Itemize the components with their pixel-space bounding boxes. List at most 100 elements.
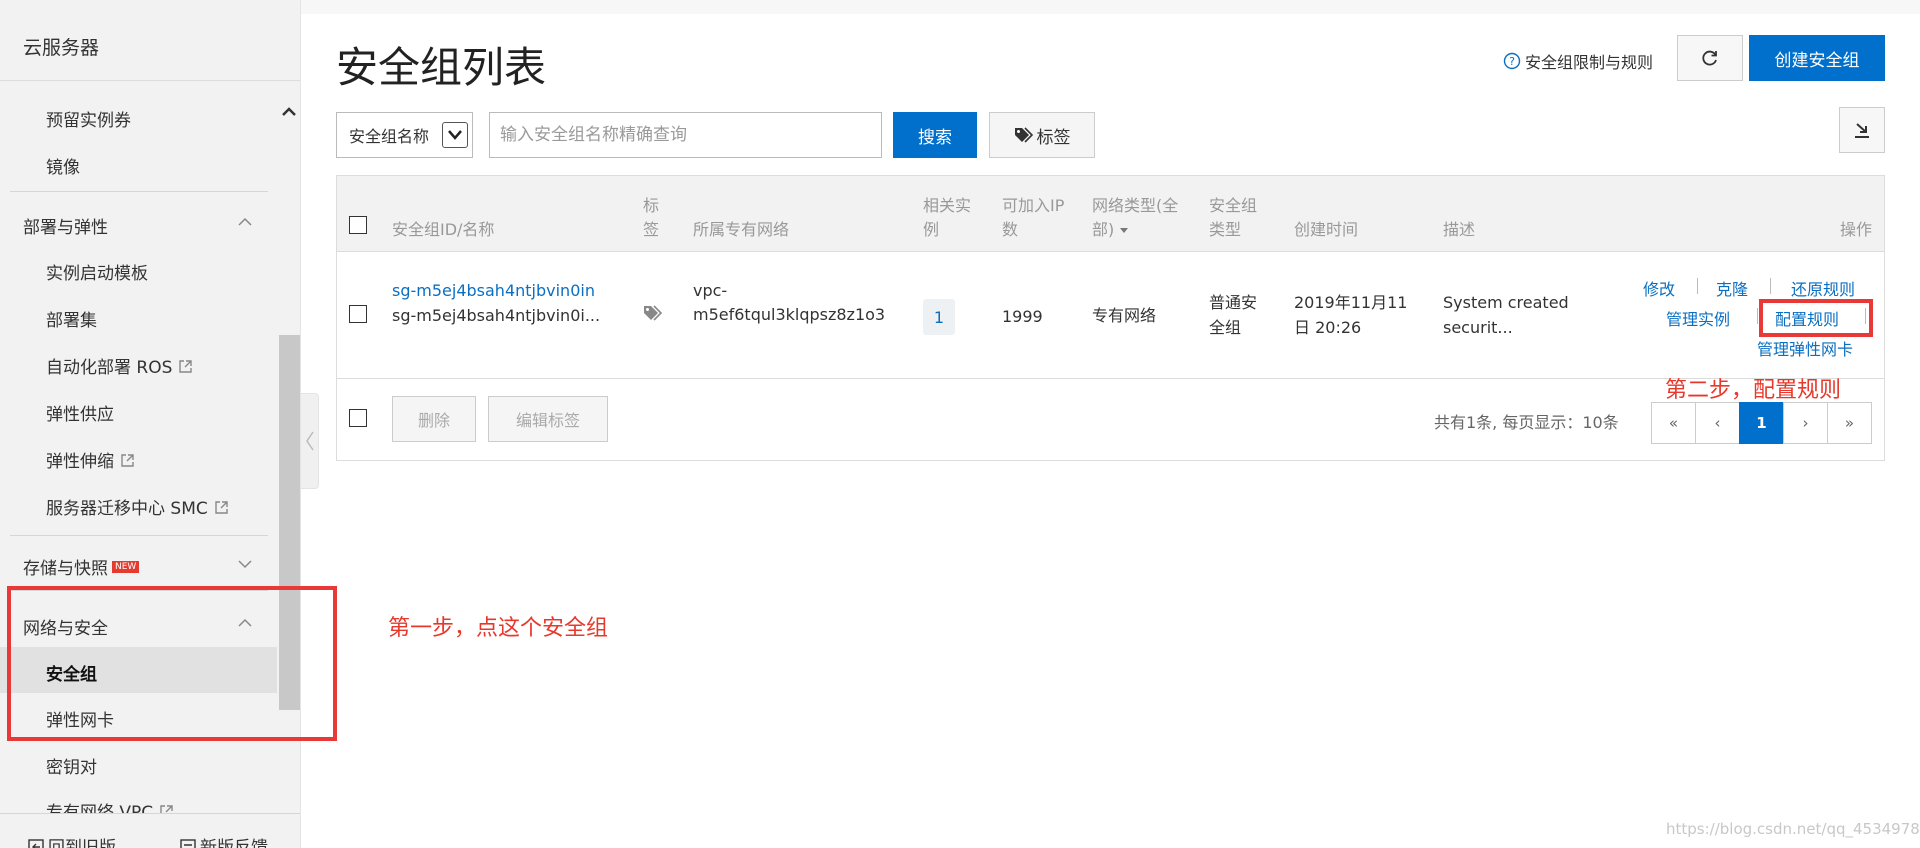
- sidebar-item-reserved[interactable]: 预留实例券: [46, 106, 131, 131]
- sidebar-item-auto-ros[interactable]: 自动化部署 ROS: [46, 353, 193, 378]
- sidebar-item-launch-template[interactable]: 实例启动模板: [46, 259, 148, 284]
- column-sgtype-line1: 安全组: [1209, 196, 1258, 215]
- column-related-line2: 例: [923, 220, 940, 239]
- tag-icon[interactable]: [643, 305, 663, 321]
- feedback-icon: [180, 839, 196, 848]
- column-ip-count: 可加入IP 数: [1002, 194, 1064, 242]
- column-ip-line1: 可加入IP: [1002, 196, 1065, 215]
- column-sgtype-line2: 类型: [1209, 220, 1242, 239]
- page-next-button[interactable]: ›: [1783, 402, 1828, 444]
- sidebar-item-auto-scaling[interactable]: 弹性伸缩: [46, 447, 135, 472]
- vpc-id-line2: m5ef6tqul3klqpsz8z1o3: [693, 305, 886, 324]
- column-operations: 操作: [1840, 220, 1873, 239]
- export-button[interactable]: [1839, 107, 1885, 153]
- sidebar-divider: [10, 535, 268, 536]
- footer-select-all-checkbox[interactable]: [349, 409, 367, 427]
- sidebar-item-deploy-set[interactable]: 部署集: [46, 306, 97, 331]
- back-to-old-label: 回到旧版: [48, 838, 116, 848]
- row-checkbox[interactable]: [349, 305, 367, 323]
- page-prev-button[interactable]: ‹: [1695, 402, 1740, 444]
- page-last-button[interactable]: »: [1827, 402, 1872, 444]
- page-current-button[interactable]: 1: [1739, 402, 1784, 444]
- sidebar-divider: [0, 80, 300, 81]
- feedback-label: 新版反馈: [200, 838, 268, 848]
- manage-instances-link[interactable]: 管理实例: [1666, 306, 1730, 330]
- select-value: 安全组名称: [349, 127, 430, 146]
- security-group-name: sg-m5ej4bsah4ntjbvin0i...: [392, 306, 601, 325]
- column-nettype-line1: 网络类型(全: [1092, 196, 1179, 215]
- security-group-table: 安全组ID/名称 标签 所属专有网络 相关实例 可加入IP 数 网络类型(全 部) …: [336, 175, 1885, 461]
- sidebar-item-label: 弹性伸缩: [46, 452, 114, 472]
- help-icon: ?: [1503, 52, 1521, 70]
- tag-button-label: 标签: [1036, 127, 1071, 148]
- sidebar-item-elastic-supply[interactable]: 弹性供应: [46, 400, 114, 425]
- clone-link[interactable]: 克隆: [1716, 276, 1748, 300]
- step1-highlight-box: [7, 586, 337, 741]
- step2-annotation: 第二步，配置规则: [1665, 378, 1842, 403]
- new-badge: NEW: [112, 561, 140, 573]
- step2-highlight-box: [1759, 299, 1873, 337]
- watermark: https://blog.csdn.net/qq_45349785: [1666, 820, 1920, 838]
- row-separator: [337, 378, 1884, 379]
- sidebar-title: 云服务器: [23, 37, 100, 59]
- sidebar-item-smc[interactable]: 服务器迁移中心 SMC: [46, 494, 229, 519]
- column-vpc: 所属专有网络: [693, 220, 790, 239]
- page-first-button[interactable]: «: [1651, 402, 1696, 444]
- column-created: 创建时间: [1294, 220, 1359, 239]
- security-group-id-link[interactable]: sg-m5ej4bsah4ntjbvin0in: [392, 279, 595, 303]
- sidebar-footer: 回到旧版 新版反馈: [0, 813, 300, 848]
- vpc-id-line1: vpc-: [693, 281, 728, 300]
- sidebar-group-deploy[interactable]: 部署与弹性: [23, 213, 108, 238]
- refresh-button[interactable]: [1677, 35, 1743, 81]
- sidebar-item-keypair[interactable]: 密钥对: [46, 753, 97, 778]
- new-version-feedback[interactable]: 新版反馈: [180, 833, 268, 848]
- external-link-icon: [179, 360, 193, 373]
- svg-text:?: ?: [1509, 55, 1515, 68]
- search-field-select[interactable]: 安全组名称: [336, 112, 473, 158]
- column-network-type[interactable]: 网络类型(全 部): [1092, 194, 1178, 242]
- column-description: 描述: [1443, 220, 1476, 239]
- edit-tags-button[interactable]: 编辑标签: [488, 396, 608, 442]
- op-separator: [1757, 308, 1758, 324]
- create-security-group-button[interactable]: 创建安全组: [1749, 35, 1885, 81]
- created-time-line2: 日 20:26: [1294, 318, 1362, 337]
- help-link[interactable]: ? 安全组限制与规则: [1503, 49, 1653, 73]
- sg-type-line1: 普通安: [1209, 293, 1258, 312]
- chevron-up-icon[interactable]: [236, 213, 254, 231]
- select-all-checkbox[interactable]: [349, 216, 367, 234]
- tag-icon: [1014, 127, 1033, 143]
- description-line2: securit...: [1443, 318, 1513, 337]
- column-sg-type: 安全组 类型: [1209, 194, 1257, 242]
- external-link-icon: [215, 501, 228, 514]
- sidebar-item-image[interactable]: 镜像: [46, 153, 80, 178]
- ip-count: 1999: [1002, 307, 1043, 326]
- op-separator: [1770, 278, 1771, 294]
- column-nettype-line2: 部): [1092, 220, 1115, 239]
- chevron-down-icon[interactable]: [236, 555, 254, 573]
- column-ip-line2: 数: [1002, 220, 1019, 239]
- sidebar-group-label: 存储与快照: [23, 559, 108, 579]
- delete-button[interactable]: 删除: [392, 396, 476, 442]
- network-type: 专有网络: [1092, 306, 1157, 325]
- sidebar-collapse-handle[interactable]: [301, 393, 319, 489]
- column-tag-line1: 标: [643, 196, 660, 215]
- description-line1: System created: [1443, 293, 1569, 312]
- search-button[interactable]: 搜索: [893, 112, 977, 158]
- column-id-name: 安全组ID/名称: [392, 220, 495, 239]
- modify-link[interactable]: 修改: [1643, 276, 1675, 300]
- search-input[interactable]: [489, 112, 882, 158]
- created-time-line1: 2019年11月11: [1294, 293, 1408, 312]
- sidebar-divider: [10, 191, 268, 192]
- step1-annotation: 第一步，点这个安全组: [388, 616, 609, 641]
- back-to-old-version[interactable]: 回到旧版: [28, 833, 116, 848]
- sidebar-group-storage[interactable]: 存储与快照 NEW: [23, 554, 140, 579]
- tag-filter-button[interactable]: 标签: [989, 112, 1095, 158]
- back-icon: [28, 839, 44, 848]
- column-tag-line2: 签: [643, 220, 660, 239]
- column-tag: 标签: [643, 194, 659, 242]
- chevron-down-icon: [442, 122, 468, 148]
- restore-rules-link[interactable]: 还原规则: [1791, 276, 1855, 300]
- related-instance-count[interactable]: 1: [923, 299, 955, 335]
- column-related-line1: 相关实: [923, 196, 972, 215]
- manage-eni-link[interactable]: 管理弹性网卡: [1757, 336, 1853, 360]
